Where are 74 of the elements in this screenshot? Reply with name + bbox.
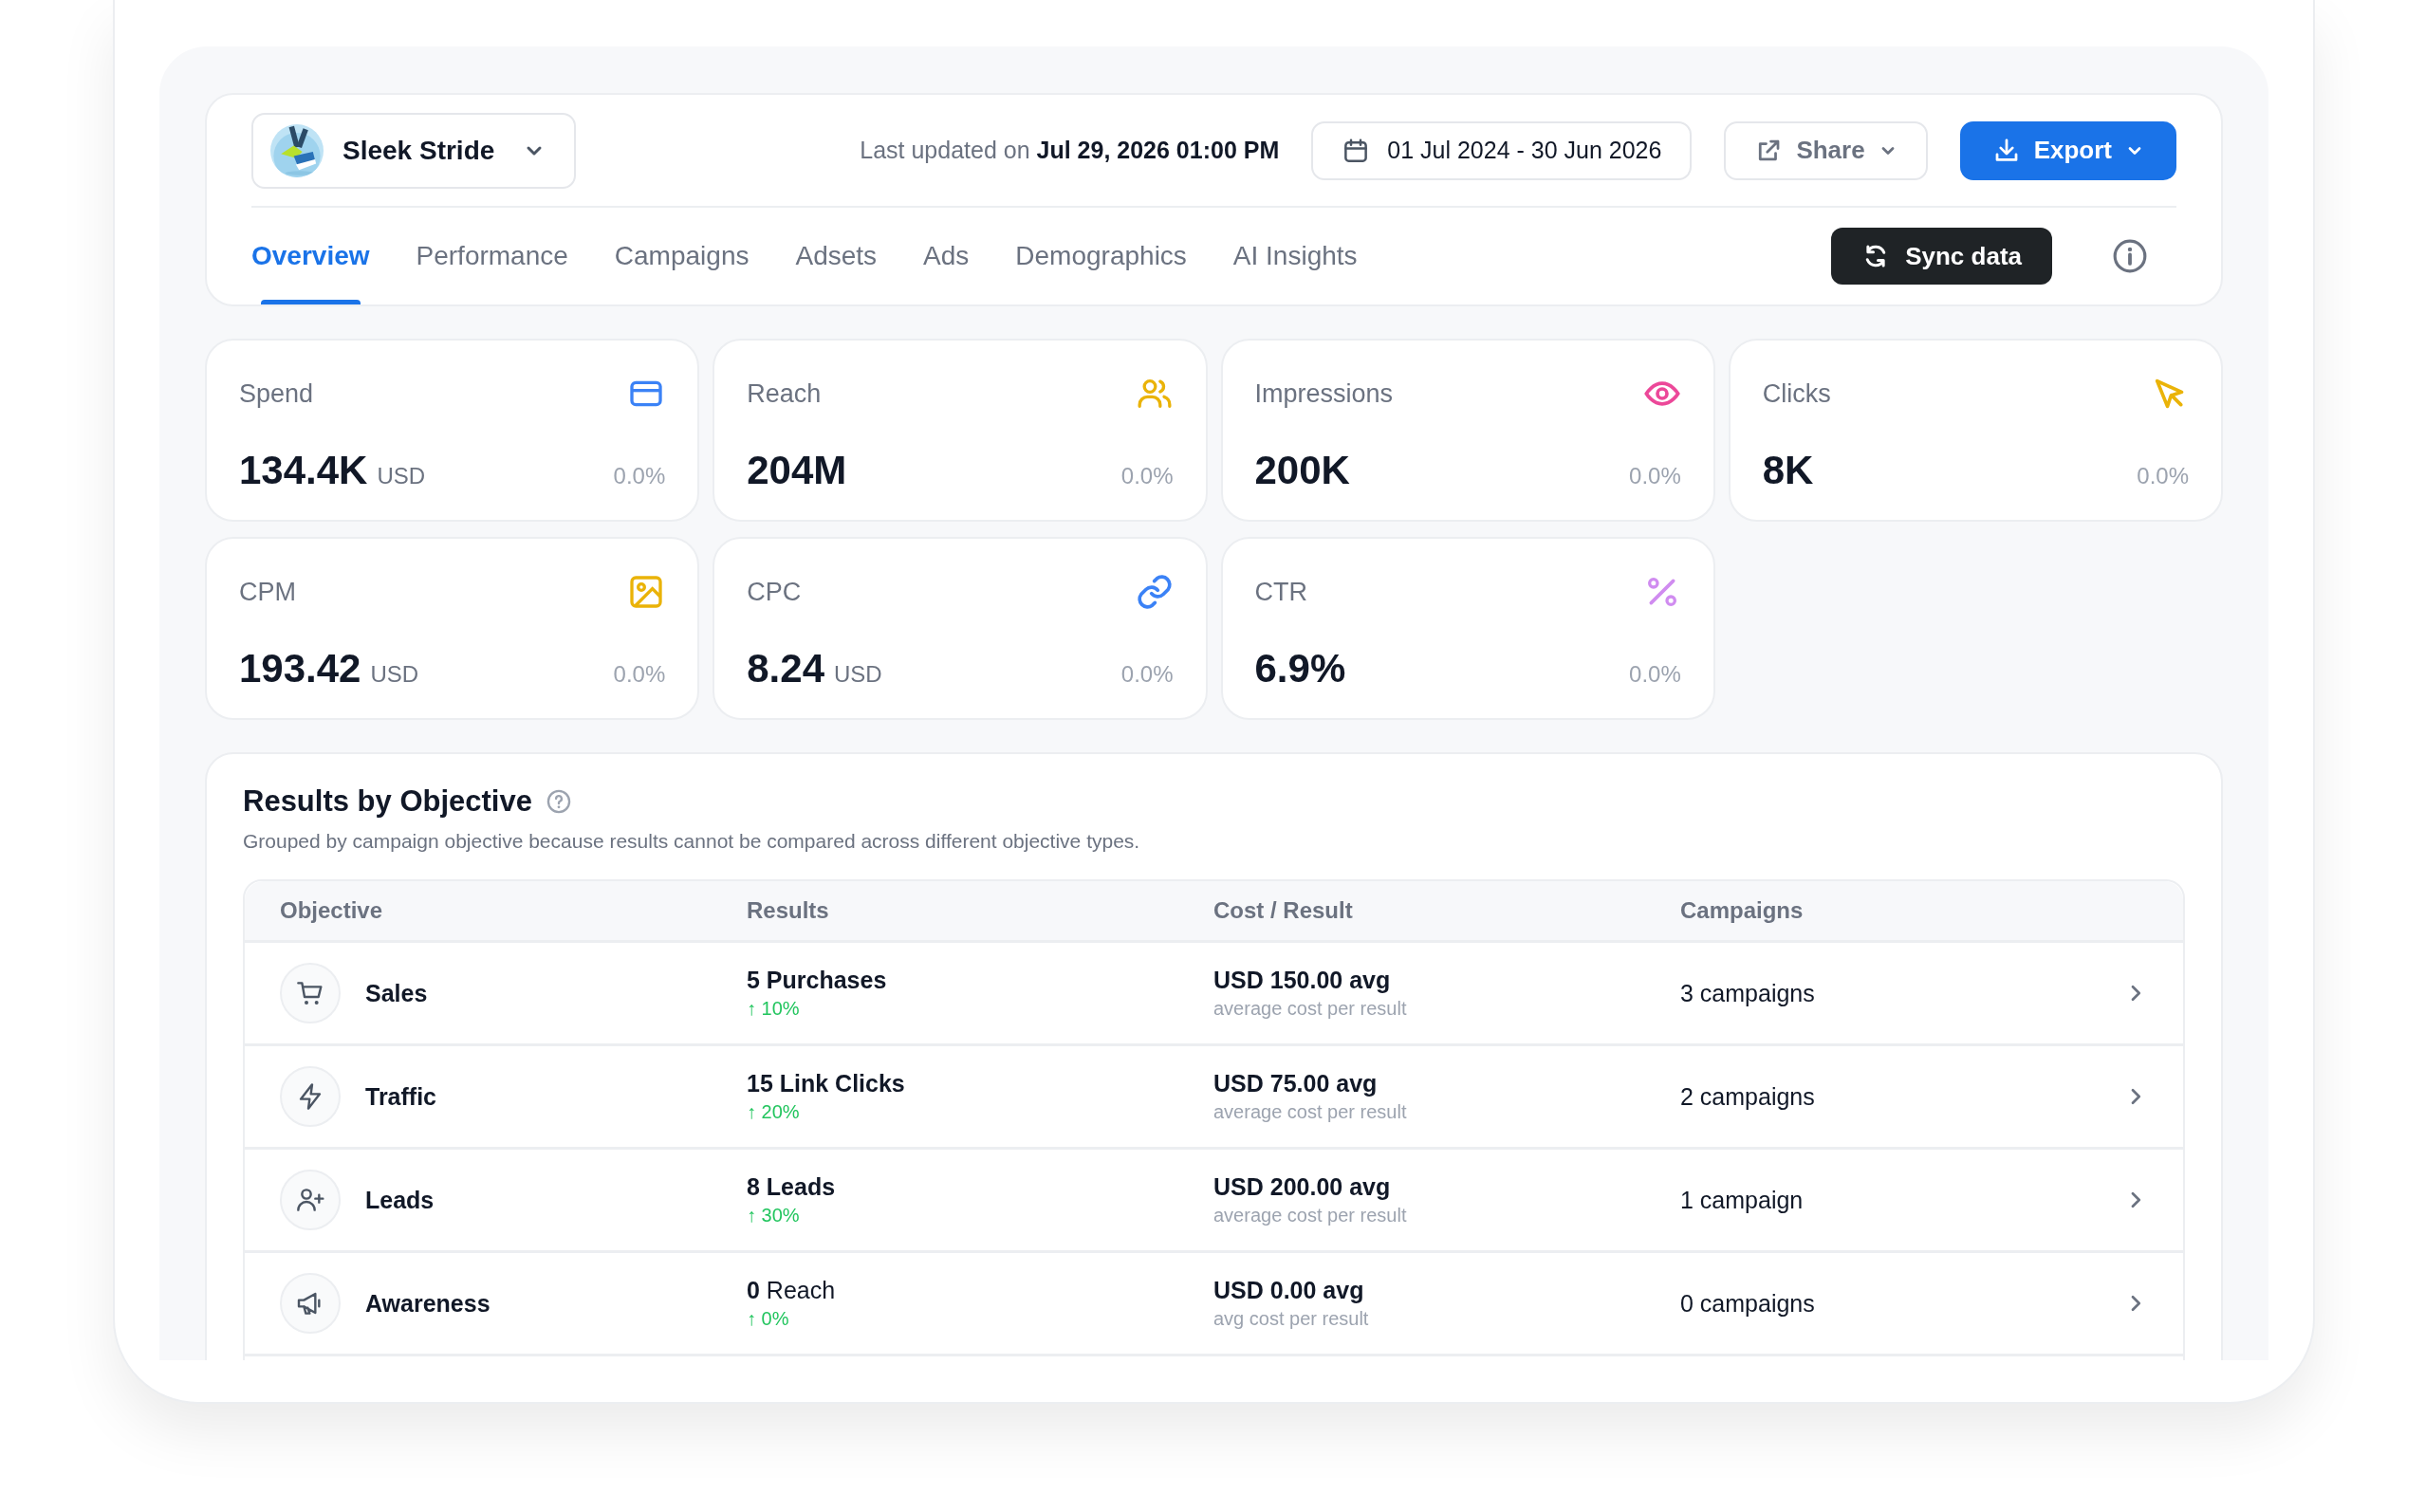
result-value: 0 Reach <box>747 1277 836 1304</box>
metric-change: 0.0% <box>1120 661 1174 688</box>
objective-name: Sales <box>365 979 428 1007</box>
objective-name: Awareness <box>365 1289 491 1318</box>
brand-selector[interactable]: Sleek Stride <box>251 112 577 189</box>
cost-value: USD 75.00 avg <box>1213 1070 1378 1097</box>
info-icon[interactable] <box>2112 238 2148 274</box>
metric-change: 0.0% <box>1629 463 1681 489</box>
metric-value: 204M <box>747 448 847 493</box>
nav-tab[interactable]: Ads <box>923 208 970 304</box>
metric-value: 6.9% <box>1254 646 1346 691</box>
metric-unit: USD <box>377 463 426 489</box>
cost-value: USD 200.00 avg <box>1213 1173 1391 1201</box>
result-change: ↑ 0% <box>747 1308 789 1330</box>
cost-note: average cost per result <box>1213 1205 1407 1226</box>
section-title: Results by Objective <box>243 784 532 819</box>
campaign-count: 2 campaigns <box>1680 1082 1815 1111</box>
metric-unit: USD <box>370 661 419 688</box>
share-button[interactable]: Share <box>1724 120 1928 180</box>
link-icon <box>1135 573 1174 611</box>
campaign-count: 1 campaign <box>1680 1186 1804 1214</box>
metric-value: 193.42 <box>239 646 361 691</box>
metric-label: CPM <box>239 577 296 607</box>
objective-name: Leads <box>365 1186 435 1214</box>
table-row[interactable]: Sales 5 Purchases ↑ 10% USD 150.00 avg average cost per result 3 campaigns <box>245 943 2183 1046</box>
campaign-count: 3 campaigns <box>1680 979 1815 1007</box>
nav-tab[interactable]: Demographics <box>1015 208 1187 304</box>
metric-change: 0.0% <box>1629 661 1681 688</box>
date-range-picker[interactable]: 01 Jul 2024 - 30 Jun 2026 <box>1311 120 1693 180</box>
table-row[interactable]: Awareness 0 Reach ↑ 0% USD 0.00 avg avg cost per result 0 campaigns <box>245 1253 2183 1356</box>
last-updated-text: Last updated on Jul 29, 2026 01:00 PM <box>860 137 1280 164</box>
metric-label: Reach <box>747 378 822 409</box>
campaign-count: 0 campaigns <box>1680 1289 1815 1318</box>
result-change: ↑ 20% <box>747 1101 800 1123</box>
metric-change: 0.0% <box>613 463 666 489</box>
metric-label: Clicks <box>1762 378 1831 409</box>
result-value: 15 Link Clicks <box>747 1070 905 1097</box>
nav-tab[interactable]: AI Insights <box>1232 208 1358 304</box>
cost-note: average cost per result <box>1213 1101 1407 1123</box>
table-row[interactable]: Traffic 15 Link Clicks ↑ 20% USD 75.00 avg average cost per result 2 campaigns <box>245 1046 2183 1150</box>
metric-label: Impressions <box>1254 378 1394 409</box>
nav-tab[interactable]: Campaigns <box>614 208 750 304</box>
section-subtitle: Grouped by campaign objective because results cannot be compared across different objective types. <box>243 830 1141 853</box>
cost-note: average cost per result <box>1213 998 1407 1020</box>
column-header: Cost / Result <box>1213 897 1354 924</box>
metric-value: 8.24 <box>747 646 824 691</box>
nav-tab[interactable]: Overview <box>251 208 370 304</box>
cost-value: USD 0.00 avg <box>1213 1277 1364 1304</box>
metric-value: 134.4K <box>239 448 368 493</box>
metric-change: 0.0% <box>2137 463 2189 489</box>
metric-label: CTR <box>1254 577 1307 607</box>
export-button[interactable]: Export <box>1959 120 2176 180</box>
column-header: Objective <box>280 897 384 924</box>
cost-note: avg cost per result <box>1213 1308 1369 1330</box>
sync-data-button[interactable]: Sync data <box>1831 228 2052 285</box>
metric-value: 200K <box>1254 448 1350 493</box>
result-value: 8 Leads <box>747 1173 836 1201</box>
metric-value: 8K <box>1762 448 1814 493</box>
table-row[interactable]: Leads 8 Leads ↑ 30% USD 200.00 avg average cost per result 1 campaign <box>245 1150 2183 1253</box>
nav-tab[interactable]: Performance <box>416 208 568 304</box>
cost-value: USD 150.00 avg <box>1213 967 1391 994</box>
column-header: Campaigns <box>1680 897 1805 924</box>
nav-tab[interactable]: Adsets <box>795 208 878 304</box>
result-change: ↑ 30% <box>747 1205 800 1226</box>
result-value: 5 Purchases <box>747 967 887 994</box>
metric-unit: USD <box>834 661 882 688</box>
metric-change: 0.0% <box>613 661 666 688</box>
objective-name: Traffic <box>365 1082 437 1111</box>
result-change: ↑ 10% <box>747 998 800 1020</box>
column-header: Results <box>747 897 830 924</box>
metric-label: CPC <box>747 577 802 607</box>
help-icon[interactable] <box>545 788 572 815</box>
metric-change: 0.0% <box>1120 463 1174 489</box>
metric-label: Spend <box>239 378 314 409</box>
